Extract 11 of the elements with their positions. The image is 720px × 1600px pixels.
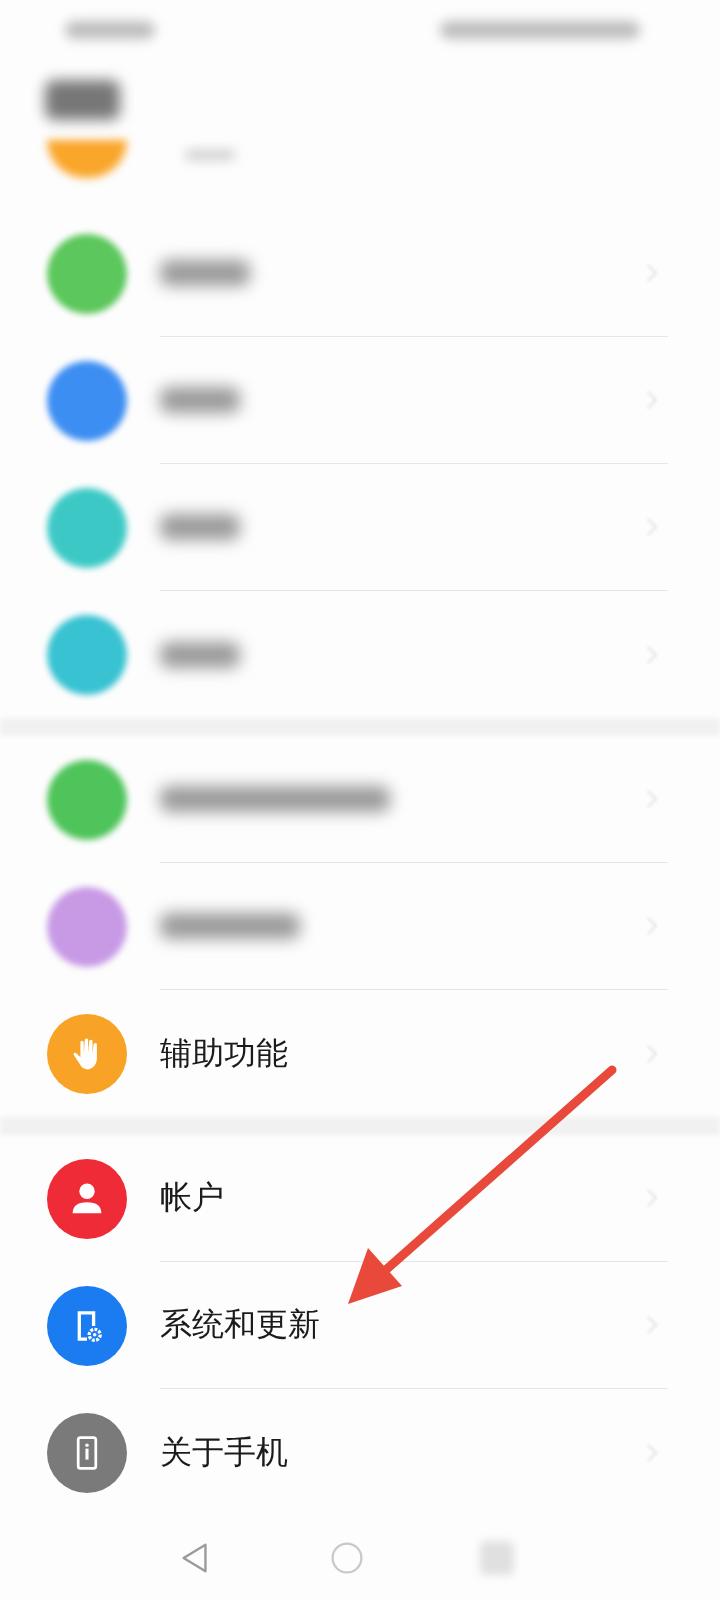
item-label: 帐户	[160, 1177, 224, 1218]
settings-item[interactable]: 关于手机	[0, 1389, 720, 1516]
item-label: 辅助功能	[160, 1032, 288, 1074]
blurred-icon	[47, 140, 127, 178]
item-label: 系统和更新	[160, 1304, 320, 1345]
home-icon[interactable]	[329, 1540, 365, 1576]
settings-item[interactable]: 帐户	[0, 1135, 720, 1262]
item-label: 关于手机	[160, 1431, 288, 1473]
blurred-label	[185, 150, 235, 160]
recents-icon[interactable]	[480, 1541, 514, 1575]
settings-item[interactable]: 辅助功能	[0, 990, 720, 1117]
